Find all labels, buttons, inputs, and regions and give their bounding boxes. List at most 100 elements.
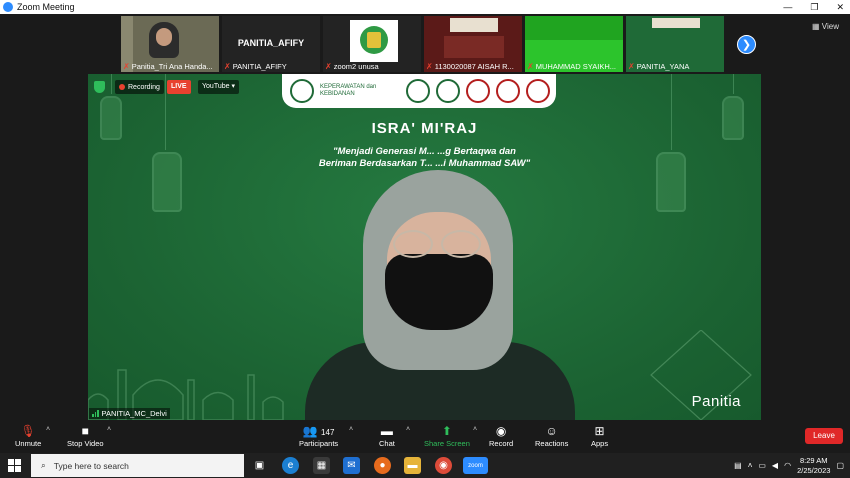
lantern-string: [671, 74, 672, 150]
windows-taskbar: ⌕ Type here to search ▣ e ▦ ✉ ● ▬ ◉ zoom…: [0, 453, 850, 478]
overlay-label: Panitia: [691, 393, 741, 410]
record-icon: ◉: [495, 424, 507, 438]
reactions-button[interactable]: ☺ Reactions: [535, 423, 568, 448]
chrome-icon[interactable]: ◉: [435, 457, 452, 474]
task-view-icon[interactable]: ▣: [251, 457, 268, 474]
participant-tile[interactable]: ✗ Panitia_Tri Ana Handa...: [121, 16, 219, 72]
video-camera-icon: ■: [81, 424, 89, 438]
file-explorer-icon[interactable]: ▬: [404, 457, 421, 474]
volume-icon[interactable]: ◀: [772, 461, 778, 470]
participant-banner: [652, 18, 700, 28]
maximize-button[interactable]: ❐: [810, 0, 818, 14]
mail-icon[interactable]: ✉: [343, 457, 360, 474]
chevron-down-icon: ▾: [231, 83, 235, 90]
participant-count: 147: [321, 428, 335, 437]
participants-options-caret[interactable]: ˄: [349, 426, 353, 433]
active-speaker-video[interactable]: KEPERAWATAN dan KEBIDANAN Recording LIVE…: [88, 74, 761, 420]
mic-muted-icon: ✗: [224, 62, 231, 71]
minimize-button[interactable]: —: [783, 0, 792, 14]
system-clock[interactable]: 8:29 AM 2/25/2023: [797, 456, 830, 476]
lantern-string: [111, 74, 112, 94]
mic-muted-icon: ✗: [628, 62, 635, 71]
view-button[interactable]: ▦ View: [812, 22, 839, 31]
organization-logo-icon: [406, 79, 430, 103]
participants-label: Participants: [299, 439, 339, 448]
participant-gallery: ✗ Panitia_Tri Ana Handa... PANITIA_AFIFY …: [0, 14, 850, 74]
view-icon: ▦: [812, 22, 820, 31]
gallery-next-button[interactable]: ❯: [737, 35, 756, 54]
zoom-app-icon[interactable]: zoom: [463, 457, 488, 474]
livestream-dropdown[interactable]: YouTube ▾: [198, 80, 239, 94]
participant-tile[interactable]: ✗ 1130020087 AISAH R...: [424, 16, 522, 72]
firefox-icon[interactable]: ●: [374, 457, 391, 474]
participant-name: MUHAMMAD SYAIKH...: [535, 62, 616, 71]
organization-logo-icon: [526, 79, 550, 103]
show-hidden-icons-icon[interactable]: ˄: [748, 461, 753, 470]
speaker-glasses: [393, 230, 433, 258]
search-placeholder: Type here to search: [53, 460, 129, 471]
unusa-logo: [350, 20, 398, 62]
share-screen-label: Share Screen: [424, 439, 470, 448]
participant-tile[interactable]: ✗ MUHAMMAD SYAIKH...: [525, 16, 623, 72]
chat-button[interactable]: ▬ Chat: [379, 423, 395, 448]
window-titlebar: Zoom Meeting — ❐ ✕: [0, 0, 850, 14]
recording-indicator[interactable]: Recording: [115, 80, 164, 94]
video-options-caret[interactable]: ˄: [107, 426, 111, 433]
taskbar-search-input[interactable]: ⌕ Type here to search: [31, 454, 244, 477]
chat-label: Chat: [379, 439, 395, 448]
clock-date: 2/25/2023: [797, 465, 831, 475]
participants-button[interactable]: 👥 147 Participants: [299, 423, 338, 448]
meeting-toolbar: 🎙 Unmute ˄ ■ Stop Video ˄ 👥 147 Particip…: [0, 420, 850, 453]
view-label: View: [821, 22, 839, 31]
audio-options-caret[interactable]: ˄: [46, 426, 50, 433]
mic-muted-icon: ✗: [527, 62, 534, 71]
speaker-name-tag: PANITIA_MC_Delvi: [89, 408, 170, 419]
battery-icon[interactable]: ▭: [758, 461, 766, 470]
zoom-logo-icon: [3, 2, 13, 12]
lantern-string: [733, 74, 734, 94]
apps-icon: ⊞: [594, 424, 605, 438]
participant-video: [444, 36, 504, 58]
participant-name: zoom2 unusa: [333, 62, 379, 71]
participant-tile[interactable]: ✗ zoom2 unusa: [323, 16, 421, 72]
organization-logo-icon: [436, 79, 460, 103]
organization-logo-icon: [496, 79, 520, 103]
record-button[interactable]: ◉ Record: [489, 423, 513, 448]
stream-label: YouTube: [202, 83, 230, 90]
unmute-button[interactable]: 🎙 Unmute: [15, 423, 41, 448]
participant-display-name: PANITIA_AFIFY: [237, 38, 305, 48]
live-badge: LIVE: [167, 80, 191, 94]
share-options-caret[interactable]: ˄: [473, 426, 477, 433]
security-shield-icon[interactable]: [94, 81, 105, 93]
mic-muted-icon: ✗: [123, 62, 130, 71]
share-screen-button[interactable]: ⬆ Share Screen: [424, 423, 470, 448]
lantern-decoration: [656, 152, 686, 212]
chat-options-caret[interactable]: ˄: [406, 426, 410, 433]
participant-banner: [450, 18, 498, 32]
participants-icon: 👥 147: [302, 424, 335, 438]
speaker-video-feed: [283, 142, 593, 420]
clock-time: 8:29 AM: [799, 455, 828, 465]
lantern-decoration: [152, 152, 182, 212]
close-button[interactable]: ✕: [836, 0, 844, 14]
input-indicator-icon[interactable]: ▤: [734, 461, 742, 470]
notifications-icon[interactable]: ▢: [836, 461, 844, 470]
event-title: ISRA' MI'RAJ: [371, 120, 478, 137]
leave-button[interactable]: Leave: [805, 428, 843, 444]
stop-video-button[interactable]: ■ Stop Video: [67, 423, 104, 448]
participant-name: PANITIA_YANA: [636, 62, 690, 71]
wifi-icon[interactable]: ◠: [784, 461, 791, 470]
apps-button[interactable]: ⊞ Apps: [591, 423, 608, 448]
participant-name: PANITIA_AFIFY: [232, 62, 287, 71]
mic-muted-icon: 🎙: [20, 424, 36, 438]
reactions-label: Reactions: [535, 439, 569, 448]
edge-browser-icon[interactable]: e: [282, 457, 299, 474]
participant-tile[interactable]: ✗ PANITIA_YANA: [626, 16, 724, 72]
participant-tile[interactable]: PANITIA_AFIFY ✗ PANITIA_AFIFY: [222, 16, 320, 72]
microsoft-store-icon[interactable]: ▦: [313, 457, 330, 474]
window-title: Zoom Meeting: [17, 2, 75, 12]
search-icon: ⌕: [41, 460, 46, 470]
windows-start-icon[interactable]: [8, 459, 21, 472]
speaker-name: PANITIA_MC_Delvi: [101, 409, 167, 418]
speaker-mask: [385, 254, 493, 330]
